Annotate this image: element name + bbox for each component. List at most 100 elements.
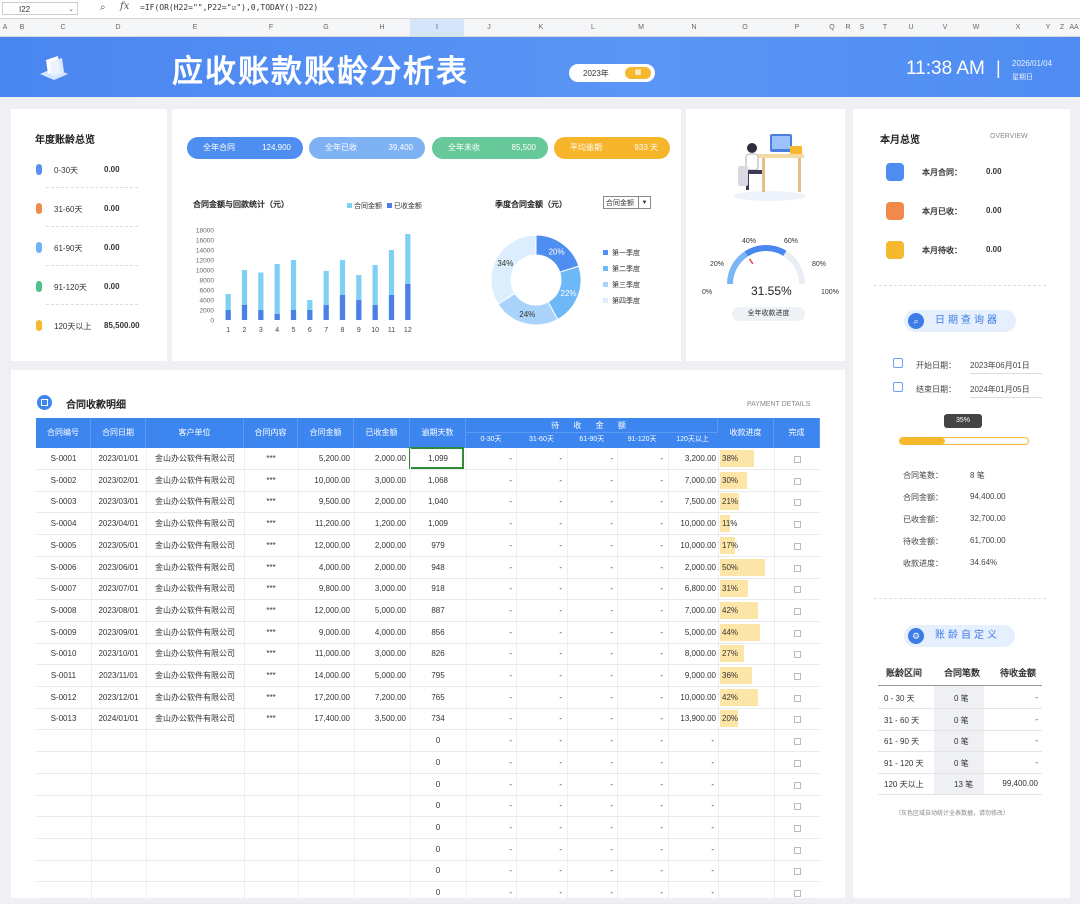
table-cell-amount[interactable]: 9,500.00 <box>298 491 350 512</box>
table-cell-dash[interactable]: - <box>516 730 562 751</box>
table-cell-id[interactable]: S-0007 <box>36 578 91 599</box>
table-cell-date[interactable]: 2023/11/01 <box>91 665 146 686</box>
table-cell-b1[interactable]: - <box>466 643 512 664</box>
table-cell-b2[interactable]: - <box>516 643 562 664</box>
table-cell-b3[interactable]: - <box>567 643 613 664</box>
table-cell-dash[interactable]: - <box>516 860 562 881</box>
column-header-I[interactable]: I <box>410 19 464 36</box>
table-cell-date[interactable]: 2023/02/01 <box>91 470 146 491</box>
table-cell-overdue[interactable]: 918 <box>410 578 466 599</box>
table-cell-dash[interactable]: - <box>466 882 512 903</box>
kpi-pill[interactable]: 平均逾期 933 天 <box>554 137 670 159</box>
done-checkbox[interactable] <box>794 629 801 637</box>
table-cell-dash[interactable]: - <box>668 774 714 795</box>
done-checkbox[interactable] <box>794 716 801 724</box>
table-row-empty[interactable]: 0----- <box>36 838 820 861</box>
table-cell-received[interactable]: 2,000.00 <box>354 535 406 556</box>
kpi-pill[interactable]: 全年合同 124,900 <box>187 137 303 159</box>
table-cell-amount[interactable]: 14,000.00 <box>298 665 350 686</box>
table-cell-content[interactable]: *** <box>244 470 298 491</box>
table-cell-dash[interactable]: - <box>617 752 663 773</box>
table-subheader-cell[interactable]: 31-60天 <box>516 434 566 444</box>
table-cell-b5[interactable]: 6,800.00 <box>668 578 716 599</box>
table-cell-b3[interactable]: - <box>567 513 613 534</box>
date-query-button[interactable]: ⌕ 日期查询器 <box>904 310 1016 332</box>
table-cell-received[interactable]: 4,000.00 <box>354 622 406 643</box>
table-cell-content[interactable]: *** <box>244 491 298 512</box>
table-row[interactable]: S-0001 2023/01/01 金山办公软件有限公司 *** 5,200.00 2,0… <box>36 447 820 470</box>
done-checkbox[interactable] <box>794 694 801 702</box>
table-cell-amount[interactable]: 17,200.00 <box>298 687 350 708</box>
kpi-pill[interactable]: 全年未收 85,500 <box>432 137 548 159</box>
table-cell-id[interactable]: S-0002 <box>36 470 91 491</box>
table-cell-content[interactable]: *** <box>244 687 298 708</box>
table-cell-client[interactable]: 金山办公软件有限公司 <box>146 513 244 534</box>
table-row[interactable]: S-0008 2023/08/01 金山办公软件有限公司 *** 12,000.00 5,… <box>36 599 820 622</box>
table-cell-b2[interactable]: - <box>516 513 562 534</box>
done-checkbox[interactable] <box>794 846 801 854</box>
table-cell-id[interactable]: S-0008 <box>36 600 91 621</box>
done-checkbox[interactable] <box>794 499 801 507</box>
table-cell-received[interactable]: 3,000.00 <box>354 643 406 664</box>
table-cell-overdue[interactable]: 979 <box>410 535 466 556</box>
table-cell-id[interactable]: S-0009 <box>36 622 91 643</box>
column-header-V[interactable]: V <box>933 19 957 36</box>
table-cell-b2[interactable]: - <box>516 448 562 469</box>
table-cell-b1[interactable]: - <box>466 665 512 686</box>
table-cell-id[interactable]: S-0012 <box>36 687 91 708</box>
table-row-empty[interactable]: 0----- <box>36 795 820 818</box>
table-cell-b3[interactable]: - <box>567 687 613 708</box>
table-cell-content[interactable]: *** <box>244 535 298 556</box>
table-cell-dash[interactable]: - <box>617 774 663 795</box>
table-cell-client[interactable]: 金山办公软件有限公司 <box>146 643 244 664</box>
table-cell-client[interactable]: 金山办公软件有限公司 <box>146 708 244 729</box>
done-checkbox[interactable] <box>794 781 801 789</box>
table-cell-dash[interactable]: - <box>567 817 613 838</box>
table-cell-overdue[interactable]: 765 <box>410 687 466 708</box>
table-cell-overdue[interactable]: 0 <box>410 730 466 751</box>
table-header-cell[interactable]: 合同日期 <box>91 418 146 448</box>
done-checkbox[interactable] <box>794 607 801 615</box>
table-cell-id[interactable]: S-0003 <box>36 491 91 512</box>
table-cell-b2[interactable]: - <box>516 535 562 556</box>
table-cell-dash[interactable]: - <box>668 730 714 751</box>
column-header-C[interactable]: C <box>51 19 75 36</box>
table-cell-amount[interactable]: 9,000.00 <box>298 622 350 643</box>
table-cell-dash[interactable]: - <box>668 860 714 881</box>
table-cell-dash[interactable]: - <box>617 860 663 881</box>
table-cell-b5[interactable]: 7,000.00 <box>668 470 716 491</box>
table-cell-received[interactable]: 3,000.00 <box>354 578 406 599</box>
table-cell-id[interactable]: S-0005 <box>36 535 91 556</box>
table-cell-client[interactable]: 金山办公软件有限公司 <box>146 578 244 599</box>
table-cell-received[interactable]: 1,200.00 <box>354 513 406 534</box>
aging-custom-button[interactable]: ⚙ 账龄自定义 <box>904 625 1015 647</box>
table-cell-b3[interactable]: - <box>567 578 613 599</box>
done-checkbox[interactable] <box>794 824 801 832</box>
table-cell-overdue[interactable]: 887 <box>410 600 466 621</box>
column-header-N[interactable]: N <box>682 19 706 36</box>
table-cell-dash[interactable]: - <box>617 839 663 860</box>
table-cell-dash[interactable]: - <box>516 774 562 795</box>
table-cell-received[interactable]: 7,200.00 <box>354 687 406 708</box>
table-cell-dash[interactable]: - <box>567 774 613 795</box>
table-header-cell[interactable]: 待 收 金 额 <box>466 418 718 433</box>
table-cell-overdue[interactable]: 0 <box>410 795 466 816</box>
table-cell-dash[interactable]: - <box>466 795 512 816</box>
table-cell-dash[interactable]: - <box>466 817 512 838</box>
table-cell-dash[interactable]: - <box>668 882 714 903</box>
table-cell-overdue[interactable]: 826 <box>410 643 466 664</box>
done-checkbox[interactable] <box>794 868 801 876</box>
column-header-M[interactable]: M <box>629 19 653 36</box>
table-cell-received[interactable]: 5,000.00 <box>354 600 406 621</box>
column-header-O[interactable]: O <box>733 19 757 36</box>
table-cell-content[interactable]: *** <box>244 448 298 469</box>
table-cell-overdue[interactable]: 0 <box>410 882 466 903</box>
table-header-cell[interactable]: 已收金额 <box>354 418 410 448</box>
table-cell-client[interactable]: 金山办公软件有限公司 <box>146 491 244 512</box>
table-cell-b5[interactable]: 7,000.00 <box>668 600 716 621</box>
table-cell-amount[interactable]: 12,000.00 <box>298 535 350 556</box>
table-cell-b3[interactable]: - <box>567 622 613 643</box>
table-cell-b1[interactable]: - <box>466 557 512 578</box>
table-cell-overdue[interactable]: 0 <box>410 752 466 773</box>
column-header-P[interactable]: P <box>785 19 809 36</box>
